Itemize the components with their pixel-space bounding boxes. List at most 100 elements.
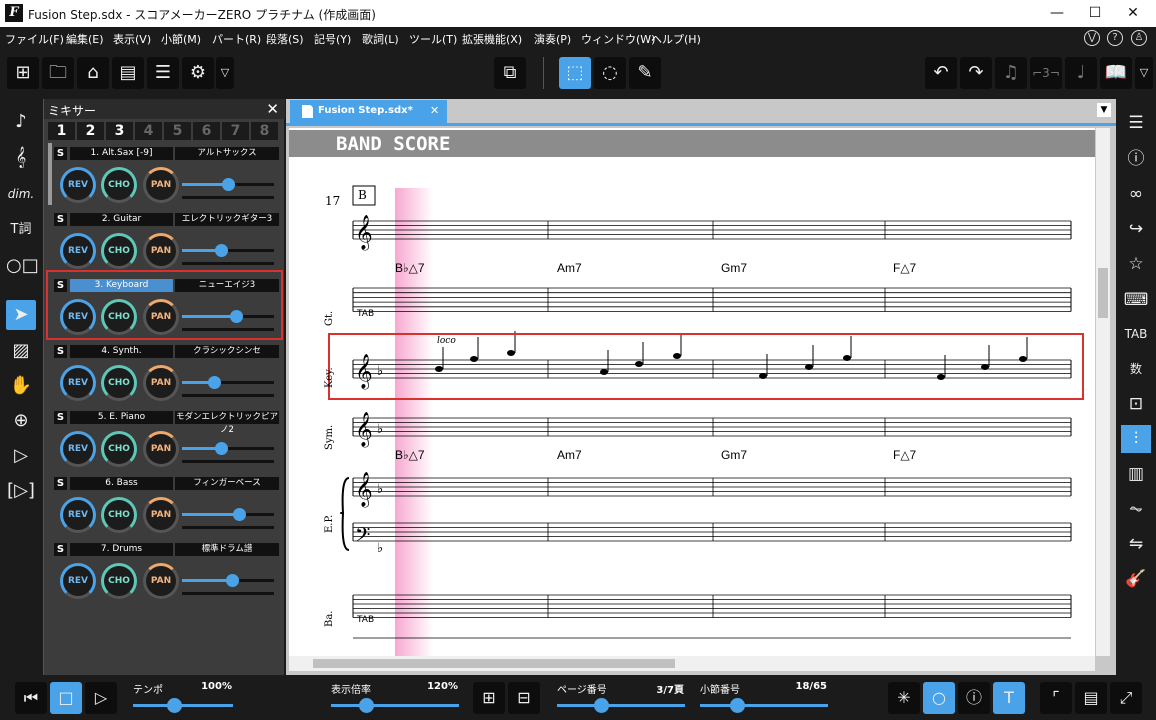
reverb-knob[interactable]: REV — [60, 233, 96, 269]
envelope-icon[interactable]: ⏦ — [1121, 495, 1151, 523]
menu-play[interactable]: 演奏(P) — [534, 31, 571, 47]
volume-slider[interactable] — [182, 442, 274, 455]
reverb-knob[interactable]: REV — [60, 497, 96, 533]
tempo-slider[interactable] — [133, 698, 233, 713]
play-icon[interactable]: ▷ — [85, 682, 117, 714]
forward-icon[interactable]: ↪ — [1121, 215, 1151, 243]
pointer-icon[interactable]: ➤ — [6, 300, 36, 330]
chorus-knob[interactable]: CHO — [101, 497, 137, 533]
channel-name[interactable]: 4. Synth. — [70, 345, 173, 358]
save-icon[interactable]: ▤ — [112, 57, 144, 89]
channel-name[interactable]: 5. E. Piano — [70, 411, 173, 424]
rewind-icon[interactable]: ⏮ — [15, 682, 47, 714]
pan-knob[interactable]: PAN — [143, 365, 179, 401]
mixer-tab-4[interactable]: 4 — [135, 122, 162, 140]
new-file-icon[interactable]: ⊞ — [7, 57, 39, 89]
score-page[interactable]: BAND SCORE 𝄞 TAB 𝄞 ♭ 𝄞 ♭ 𝄞 ♭ 𝄢 ♭ TAB B 17 loco B♭△… — [289, 128, 1095, 656]
corner-icon[interactable]: ⌜ — [1040, 682, 1072, 714]
channel-name[interactable]: 2. Guitar — [70, 213, 173, 226]
triplet-icon[interactable]: ⌐3¬ — [1030, 57, 1062, 89]
hand-icon[interactable]: ✋ — [6, 371, 36, 401]
fit-page-icon[interactable]: ⧉ — [494, 57, 526, 89]
layout-icon[interactable]: ⊡ — [1121, 390, 1151, 418]
reverb-knob[interactable]: REV — [60, 365, 96, 401]
note-input-icon[interactable]: ♪ — [6, 107, 36, 137]
eraser-icon[interactable]: ⌂ — [77, 57, 109, 89]
part-list-icon[interactable]: ☰ — [1121, 109, 1151, 137]
expand-icon[interactable]: ⤢ — [1110, 682, 1142, 714]
document-tab[interactable]: Fusion Step.sdx* ✕ — [290, 100, 447, 123]
measure-slider[interactable] — [700, 698, 828, 713]
tab-list-dropdown-icon[interactable]: ▼ — [1097, 103, 1111, 117]
page-slider[interactable] — [557, 698, 685, 713]
shape-tool-icon[interactable]: ○□ — [6, 251, 39, 281]
menu-part[interactable]: パート(R) — [212, 31, 261, 47]
chorus-knob[interactable]: CHO — [101, 233, 137, 269]
pan-knob[interactable]: PAN — [143, 431, 179, 467]
text-frame-icon[interactable]: T — [993, 682, 1025, 714]
chorus-knob[interactable]: CHO — [101, 431, 137, 467]
document-tab-close-icon[interactable]: ✕ — [430, 104, 439, 117]
volume-slider[interactable] — [182, 508, 274, 521]
instrument-select[interactable]: アルトサックス — [175, 147, 279, 160]
reverb-knob[interactable]: REV — [60, 167, 96, 203]
eraser-tool-icon[interactable]: ▨ — [6, 336, 36, 366]
piano-keyboard-icon[interactable]: ▥ — [1121, 460, 1151, 488]
list-icon[interactable]: ☰ — [147, 57, 179, 89]
channel-name[interactable]: 6. Bass — [70, 477, 173, 490]
account-icon[interactable]: ♙ — [1131, 30, 1147, 46]
menu-edit[interactable]: 編集(E) — [66, 31, 104, 47]
fit-height-icon[interactable]: ⊟ — [508, 682, 540, 714]
channel-name[interactable]: 1. Alt.Sax [-9] — [70, 147, 173, 160]
grace-note-icon[interactable]: ♩ — [1065, 57, 1097, 89]
mixer-close-icon[interactable]: ✕ — [266, 100, 279, 118]
mixer-tab-6[interactable]: 6 — [193, 122, 220, 140]
toolbar-dropdown-icon[interactable]: ▽ — [216, 57, 234, 89]
channel-name[interactable]: 7. Drums — [70, 543, 173, 556]
mixer-tab-3[interactable]: 3 — [106, 122, 133, 140]
solo-button[interactable]: S — [54, 543, 67, 556]
redo-icon[interactable]: ↷ — [960, 57, 992, 89]
stop-icon[interactable]: □ — [50, 682, 82, 714]
instrument-select[interactable]: エレクトリックギター3 — [175, 213, 279, 226]
glasses-icon[interactable]: ∞ — [1121, 180, 1151, 208]
reverb-knob[interactable]: REV — [60, 563, 96, 599]
solo-button[interactable]: S — [54, 345, 67, 358]
zoom-icon[interactable]: ⊕ — [6, 406, 36, 436]
lasso-select-icon[interactable]: ◌ — [594, 57, 626, 89]
guide-icon[interactable]: ⋁ — [1084, 30, 1100, 46]
volume-slider[interactable] — [182, 244, 274, 257]
play-range-icon[interactable]: [▷] — [6, 476, 36, 506]
menu-extensions[interactable]: 拡張機能(X) — [462, 31, 522, 47]
pan-knob[interactable]: PAN — [143, 167, 179, 203]
chorus-knob[interactable]: CHO — [101, 365, 137, 401]
instrument-select[interactable]: モダンエレクトリックピアノ2 — [175, 411, 279, 435]
vertical-scrollbar[interactable] — [1096, 128, 1110, 656]
mixer-tab-8[interactable]: 8 — [251, 122, 278, 140]
play-from-icon[interactable]: ▷ — [6, 441, 36, 471]
menu-symbol[interactable]: 記号(Y) — [314, 31, 351, 47]
book-icon[interactable]: 📖 — [1100, 57, 1132, 89]
chorus-knob[interactable]: CHO — [101, 563, 137, 599]
menu-tools[interactable]: ツール(T) — [409, 31, 457, 47]
info-icon[interactable]: ⓘ — [1121, 145, 1151, 173]
page-view-icon[interactable]: ▤ — [1075, 682, 1107, 714]
menu-help[interactable]: ヘルプ(H) — [651, 31, 701, 47]
star-icon[interactable]: ☆ — [1121, 250, 1151, 278]
pen-select-icon[interactable]: ✎ — [629, 57, 661, 89]
toolbar-right-dropdown-icon[interactable]: ▽ — [1135, 57, 1153, 89]
open-folder-icon[interactable]: 🗀 — [42, 57, 74, 89]
pan-knob[interactable]: PAN — [143, 233, 179, 269]
zoom-slider[interactable] — [331, 698, 459, 713]
menu-measure[interactable]: 小節(M) — [161, 31, 201, 47]
undo-icon[interactable]: ↶ — [925, 57, 957, 89]
chorus-knob[interactable]: CHO — [101, 167, 137, 203]
mixer-tab-2[interactable]: 2 — [77, 122, 104, 140]
mixer-tab-7[interactable]: 7 — [222, 122, 249, 140]
settings-icon[interactable]: ⚙ — [182, 57, 214, 89]
volume-slider[interactable] — [182, 376, 274, 389]
sync-icon[interactable]: ⇋ — [1121, 530, 1151, 558]
menu-window[interactable]: ウィンドウ(W) — [581, 31, 655, 47]
numeric-icon[interactable]: 数 — [1121, 355, 1151, 383]
solo-button[interactable]: S — [54, 477, 67, 490]
